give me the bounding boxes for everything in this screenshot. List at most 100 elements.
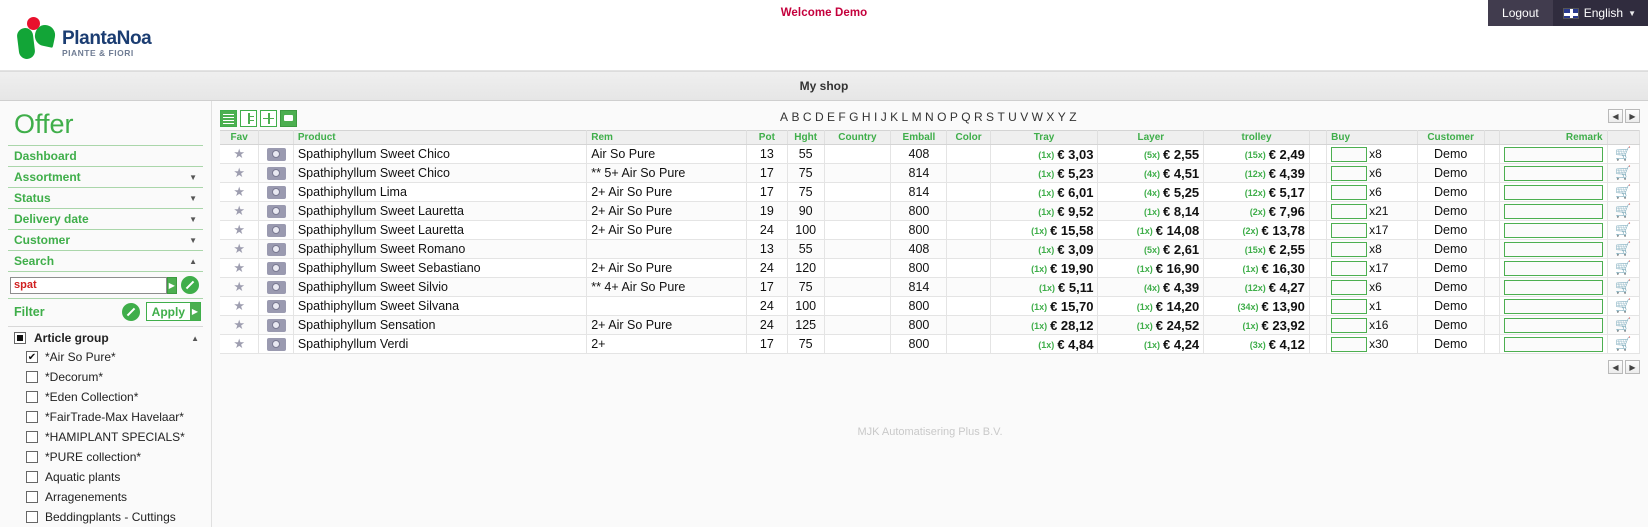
alpha-r[interactable]: R	[974, 110, 986, 124]
photo-cell[interactable]	[258, 182, 294, 202]
alpha-y[interactable]: Y	[1058, 110, 1069, 124]
star-icon[interactable]: ★	[233, 260, 245, 275]
alphabet-filter[interactable]: ABCDEFGHIJKLMNOPQRSTUVWXYZ	[220, 110, 1640, 124]
buy-input[interactable]	[1331, 317, 1368, 333]
photo-cell[interactable]	[258, 277, 294, 297]
fav-cell[interactable]: ★	[220, 239, 260, 259]
table-row[interactable]: ★ Spathiphyllum Sweet Silvana 24 100 800…	[220, 296, 1641, 316]
alpha-j[interactable]: J	[881, 110, 890, 124]
cart-cell[interactable]: 🛒	[1607, 277, 1641, 297]
list-item[interactable]: *FairTrade-Max Havelaar*	[26, 407, 203, 427]
cart-cell[interactable]: 🛒	[1607, 258, 1641, 278]
buy-input[interactable]	[1331, 203, 1368, 219]
apply-filter-button[interactable]: Apply ▶	[145, 302, 201, 321]
table-row[interactable]: ★ Spathiphyllum Sweet Chico Air So Pure …	[220, 144, 1641, 164]
list-item[interactable]: Aquatic plants	[26, 467, 203, 487]
cart-icon[interactable]: 🛒	[1615, 241, 1631, 257]
cart-icon[interactable]: 🛒	[1615, 317, 1631, 333]
buy-cell[interactable]: x30	[1326, 334, 1418, 354]
cart-cell[interactable]: 🛒	[1607, 334, 1641, 354]
cart-cell[interactable]: 🛒	[1607, 315, 1641, 335]
alpha-t[interactable]: T	[997, 110, 1008, 124]
photo-cell[interactable]	[258, 220, 294, 240]
buy-input[interactable]	[1331, 336, 1368, 352]
filter-checkbox[interactable]	[26, 471, 38, 483]
star-icon[interactable]: ★	[233, 146, 245, 161]
table-row[interactable]: ★ Spathiphyllum Verdi 2+ 17 75 800 (1x) €…	[220, 334, 1641, 354]
photo-cell[interactable]	[258, 315, 294, 335]
buy-cell[interactable]: x17	[1326, 220, 1418, 240]
photo-cell[interactable]	[258, 239, 294, 259]
col-product[interactable]: Product	[293, 130, 588, 145]
alpha-k[interactable]: K	[890, 110, 901, 124]
article-group-header[interactable]: Article group ▲	[8, 326, 203, 347]
star-icon[interactable]: ★	[233, 279, 245, 294]
table-row[interactable]: ★ Spathiphyllum Sweet Lauretta 2+ Air So…	[220, 201, 1641, 221]
camera-icon[interactable]	[266, 147, 286, 161]
camera-icon[interactable]	[266, 204, 286, 218]
sidebar-item-dashboard[interactable]: Dashboard	[8, 146, 203, 167]
col-buy[interactable]: Buy	[1326, 130, 1418, 145]
fav-cell[interactable]: ★	[220, 182, 260, 202]
remark-cell[interactable]	[1499, 220, 1608, 240]
buy-input[interactable]	[1331, 146, 1368, 162]
logout-button[interactable]: Logout	[1488, 0, 1553, 26]
table-row[interactable]: ★ Spathiphyllum Sweet Silvio ** 4+ Air S…	[220, 277, 1641, 297]
camera-icon[interactable]	[266, 318, 286, 332]
clear-search-icon[interactable]	[181, 276, 199, 294]
remark-cell[interactable]	[1499, 182, 1608, 202]
alpha-g[interactable]: G	[849, 110, 862, 124]
list-item[interactable]: Arragenements	[26, 487, 203, 507]
camera-icon[interactable]	[266, 223, 286, 237]
list-item[interactable]: *PURE collection*	[26, 447, 203, 467]
list-item[interactable]: *Eden Collection*	[26, 387, 203, 407]
alpha-q[interactable]: Q	[961, 110, 974, 124]
prev-page-button[interactable]: ◀	[1608, 109, 1623, 123]
buy-input[interactable]	[1331, 260, 1368, 276]
sidebar-item-customer[interactable]: Customer ▼	[8, 230, 203, 251]
remark-cell[interactable]	[1499, 201, 1608, 221]
cart-cell[interactable]: 🛒	[1607, 201, 1641, 221]
remark-input[interactable]	[1503, 222, 1603, 238]
alpha-i[interactable]: I	[874, 110, 881, 124]
alpha-u[interactable]: U	[1008, 110, 1020, 124]
cart-cell[interactable]: 🛒	[1607, 296, 1641, 316]
fav-cell[interactable]: ★	[220, 334, 260, 354]
alpha-p[interactable]: P	[950, 110, 961, 124]
sidebar-item-search[interactable]: Search ▲	[8, 251, 203, 272]
alpha-o[interactable]: O	[937, 110, 950, 124]
buy-input[interactable]	[1331, 184, 1368, 200]
next-page-button[interactable]: ▶	[1625, 109, 1640, 123]
cart-cell[interactable]: 🛒	[1607, 220, 1641, 240]
star-icon[interactable]: ★	[233, 317, 245, 332]
cart-icon[interactable]: 🛒	[1615, 298, 1631, 314]
buy-input[interactable]	[1331, 165, 1368, 181]
alpha-w[interactable]: W	[1032, 110, 1047, 124]
remark-input[interactable]	[1503, 184, 1603, 200]
cart-cell[interactable]: 🛒	[1607, 239, 1641, 259]
table-row[interactable]: ★ Spathiphyllum Sweet Romano 13 55 408 (…	[220, 239, 1641, 259]
cart-icon[interactable]: 🛒	[1615, 184, 1631, 200]
table-row[interactable]: ★ Spathiphyllum Sweet Lauretta 2+ Air So…	[220, 220, 1641, 240]
remark-cell[interactable]	[1499, 144, 1608, 164]
buy-cell[interactable]: x8	[1326, 239, 1418, 259]
sidebar-item-status[interactable]: Status ▼	[8, 188, 203, 209]
list-item[interactable]: *Decorum*	[26, 367, 203, 387]
remark-input[interactable]	[1503, 203, 1603, 219]
table-row[interactable]: ★ Spathiphyllum Sweet Sebastiano 2+ Air …	[220, 258, 1641, 278]
star-icon[interactable]: ★	[233, 165, 245, 180]
remark-input[interactable]	[1503, 317, 1603, 333]
alpha-m[interactable]: M	[912, 110, 925, 124]
col-emball[interactable]: Emball	[890, 130, 948, 145]
fav-cell[interactable]: ★	[220, 277, 260, 297]
split-view-icon[interactable]	[240, 109, 257, 127]
print-icon[interactable]	[280, 109, 297, 127]
alpha-n[interactable]: N	[925, 110, 937, 124]
col-fav[interactable]: Fav	[220, 130, 260, 145]
remark-input[interactable]	[1503, 336, 1603, 352]
photo-cell[interactable]	[258, 144, 294, 164]
sidebar-item-delivery-date[interactable]: Delivery date ▼	[8, 209, 203, 230]
buy-input[interactable]	[1331, 279, 1368, 295]
remark-input[interactable]	[1503, 165, 1603, 181]
filter-checkbox[interactable]: ✔	[26, 351, 38, 363]
